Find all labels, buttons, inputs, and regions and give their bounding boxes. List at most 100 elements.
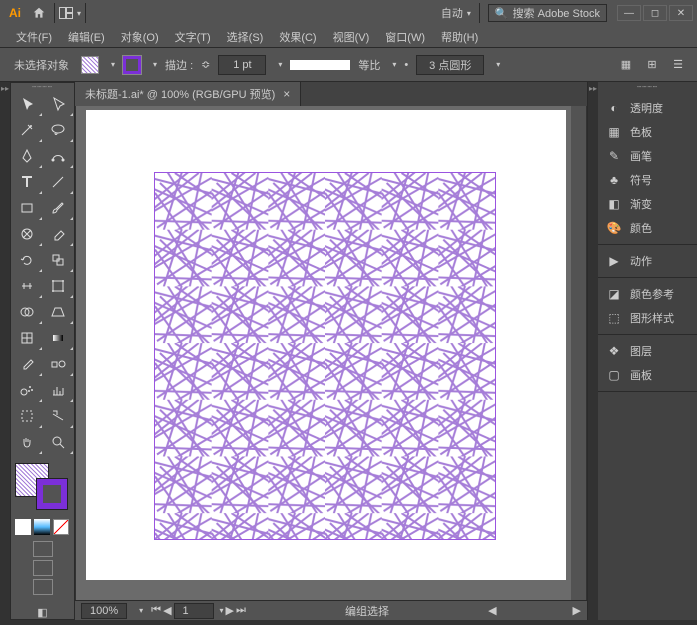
hand-tool[interactable] — [11, 429, 43, 455]
search-stock-field[interactable]: 🔍 搜索 Adobe Stock — [488, 4, 607, 22]
panel-画板[interactable]: ▢画板 — [598, 363, 697, 387]
menu-视图[interactable]: 视图(V) — [325, 27, 378, 47]
menu-文件[interactable]: 文件(F) — [8, 27, 60, 47]
fill-stroke-control[interactable] — [15, 463, 70, 513]
panel-grip[interactable]: ┅┅┅┅ — [11, 83, 74, 91]
stroke-color[interactable] — [37, 479, 67, 509]
line-tool[interactable] — [43, 169, 75, 195]
home-icon[interactable] — [26, 2, 52, 24]
perspective-tool[interactable] — [43, 299, 75, 325]
first-icon[interactable]: ⏮ — [151, 604, 161, 617]
scale-tool[interactable] — [43, 247, 75, 273]
graph-tool[interactable] — [43, 377, 75, 403]
panel-透明度[interactable]: ◐透明度 — [598, 96, 697, 120]
pen-tool[interactable] — [11, 143, 43, 169]
chevron-down-icon[interactable]: ▾ — [278, 60, 282, 69]
gpu-auto-dropdown[interactable]: 自动 ▾ — [435, 3, 477, 23]
chevron-down-icon[interactable]: ▾ — [496, 60, 500, 69]
panel-颜色[interactable]: 🎨颜色 — [598, 216, 697, 240]
fill-swatch[interactable] — [81, 56, 99, 74]
stroke-preview[interactable] — [290, 60, 350, 70]
transform-icon[interactable]: ⊞ — [643, 56, 661, 74]
menu-选择[interactable]: 选择(S) — [219, 27, 272, 47]
shaper-tool[interactable] — [11, 221, 43, 247]
panel-渐变[interactable]: ◧渐变 — [598, 192, 697, 216]
panel-label: 颜色参考 — [630, 286, 674, 302]
mesh-tool[interactable] — [11, 325, 43, 351]
gradient-tool[interactable] — [43, 325, 75, 351]
panel-符号[interactable]: ♣符号 — [598, 168, 697, 192]
artboard-number-field[interactable]: 1 — [174, 603, 214, 619]
panel-色板[interactable]: ▦色板 — [598, 120, 697, 144]
direct-selection-tool[interactable] — [43, 91, 75, 117]
last-icon[interactable]: ⏭ — [236, 604, 246, 617]
artwork[interactable] — [154, 172, 496, 540]
artboard-tool[interactable] — [11, 403, 43, 429]
close-icon[interactable]: × — [283, 87, 290, 101]
eraser-tool[interactable] — [43, 221, 75, 247]
gradient-mode-button[interactable] — [34, 519, 50, 535]
panel-颜色参考[interactable]: ◪颜色参考 — [598, 282, 697, 306]
shape-builder-tool[interactable] — [11, 299, 43, 325]
panel-grip[interactable]: ┅┅┅┅ — [598, 82, 697, 92]
zoom-tool[interactable] — [43, 429, 75, 455]
stroke-swatch[interactable] — [123, 56, 141, 74]
chevron-down-icon[interactable]: ▾ — [139, 606, 143, 615]
scroll-right-icon[interactable]: ▶ — [573, 604, 581, 617]
scroll-left-icon[interactable]: ◀ — [488, 604, 496, 617]
panel-图层[interactable]: ❖图层 — [598, 339, 697, 363]
align-icon[interactable]: ▦ — [617, 56, 635, 74]
paintbrush-tool[interactable] — [43, 195, 75, 221]
selection-tool[interactable] — [11, 91, 43, 117]
rectangle-tool[interactable] — [11, 195, 43, 221]
menu-帮助[interactable]: 帮助(H) — [433, 27, 486, 47]
canvas[interactable] — [76, 106, 586, 600]
chevron-down-icon[interactable]: ▾ — [111, 60, 115, 69]
maximize-button[interactable]: ◻ — [643, 5, 667, 21]
chevron-down-icon[interactable]: ▾ — [220, 606, 224, 615]
panel-图形样式[interactable]: ⬚图形样式 — [598, 306, 697, 330]
width-tool[interactable] — [11, 273, 43, 299]
menu-编辑[interactable]: 编辑(E) — [60, 27, 113, 47]
minimize-button[interactable]: — — [617, 5, 641, 21]
vertical-scrollbar[interactable] — [571, 106, 586, 600]
slice-tool[interactable] — [43, 403, 75, 429]
zoom-field[interactable]: 100% — [81, 603, 127, 619]
draw-normal-button[interactable] — [33, 541, 53, 557]
curvature-tool[interactable] — [43, 143, 75, 169]
eyedropper-tool[interactable] — [11, 351, 43, 377]
rotate-tool[interactable] — [11, 247, 43, 273]
prev-icon[interactable]: ◀ — [163, 604, 171, 617]
options-icon[interactable]: ☰ — [669, 56, 687, 74]
screen-mode-button[interactable]: ◧ — [34, 603, 52, 621]
menu-文字[interactable]: 文字(T) — [167, 27, 219, 47]
magic-wand-tool[interactable] — [11, 117, 43, 143]
brush-profile-field[interactable]: 3 点圆形 — [416, 55, 484, 75]
lasso-tool[interactable] — [43, 117, 75, 143]
type-tool[interactable] — [11, 169, 43, 195]
artboard-nav[interactable]: ⏮ ◀ 1 ▾ ▶ ⏭ — [151, 603, 246, 619]
next-icon[interactable]: ▶ — [226, 604, 234, 617]
close-button[interactable]: ✕ — [669, 5, 693, 21]
stroke-weight-field[interactable]: 1 pt — [218, 55, 266, 75]
draw-inside-button[interactable] — [33, 579, 53, 595]
panel-画笔[interactable]: ✎画笔 — [598, 144, 697, 168]
chevron-down-icon[interactable]: ▾ — [153, 60, 157, 69]
free-transform-tool[interactable] — [43, 273, 75, 299]
symbol-sprayer-tool[interactable] — [11, 377, 43, 403]
stepper-icon[interactable]: ≎ — [201, 58, 210, 71]
draw-behind-button[interactable] — [33, 560, 53, 576]
panels-collapse[interactable]: ▸▸ — [588, 82, 598, 620]
panel-动作[interactable]: ▶动作 — [598, 249, 697, 273]
menu-对象[interactable]: 对象(O) — [113, 27, 167, 47]
menu-效果[interactable]: 效果(C) — [271, 27, 324, 47]
toolbox-collapse[interactable]: ▸▸ — [0, 82, 10, 620]
none-mode-button[interactable] — [53, 519, 69, 535]
document-tab[interactable]: 未标题-1.ai* @ 100% (RGB/GPU 预览) × — [75, 82, 301, 106]
blend-tool[interactable] — [43, 351, 75, 377]
color-mode-button[interactable] — [15, 519, 31, 535]
menu-窗口[interactable]: 窗口(W) — [377, 27, 433, 47]
panel-label: 图层 — [630, 343, 652, 359]
arrange-documents-icon[interactable]: ▾ — [57, 2, 83, 24]
chevron-down-icon[interactable]: ▾ — [392, 60, 396, 69]
